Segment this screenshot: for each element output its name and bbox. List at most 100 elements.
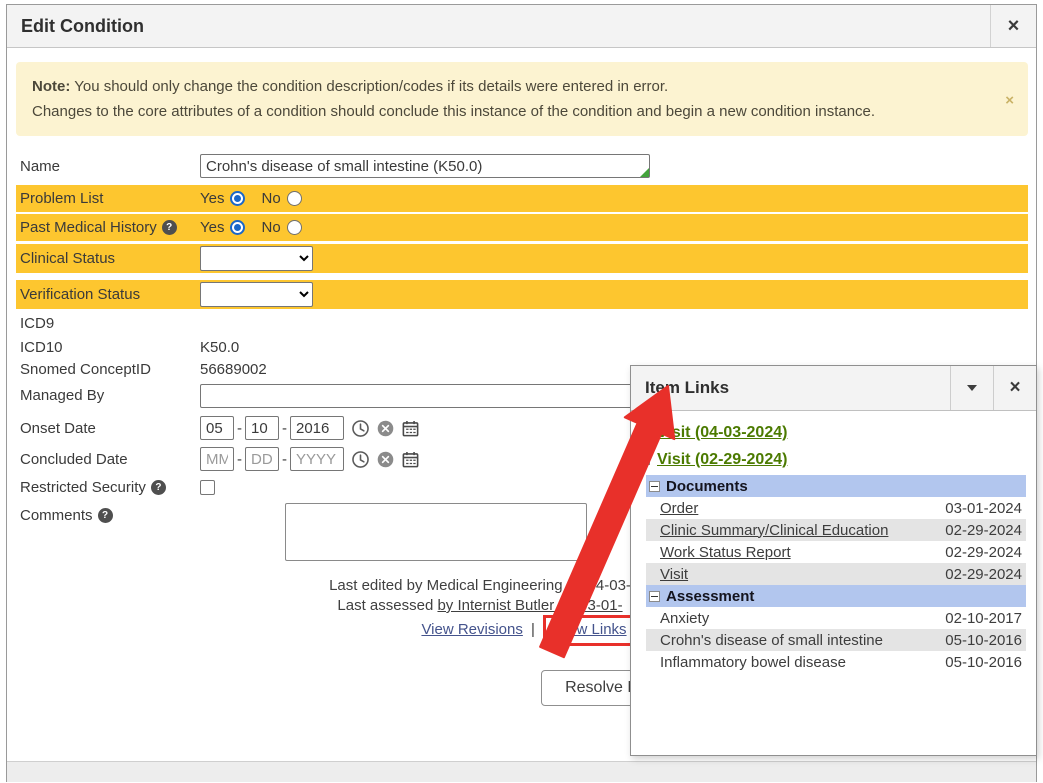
- clear-date-icon[interactable]: [377, 451, 394, 468]
- clear-date-icon[interactable]: [377, 420, 394, 437]
- pmh-yes-radio[interactable]: [230, 220, 245, 235]
- dialog-header: Edit Condition ×: [7, 5, 1036, 48]
- calendar-icon[interactable]: [401, 419, 420, 438]
- problem-list-yes-radio[interactable]: [230, 191, 245, 206]
- restricted-security-checkbox[interactable]: [200, 480, 215, 495]
- last-assessed-link[interactable]: by Internist Butler on 03-01-: [437, 597, 622, 614]
- onset-month-input[interactable]: [200, 416, 234, 440]
- item-link-row: Clinic Summary/Clinical Education02-29-2…: [646, 519, 1026, 541]
- dialog-close-button[interactable]: ×: [990, 5, 1036, 47]
- section-title: Assessment: [666, 588, 754, 605]
- name-label: Name: [20, 158, 60, 175]
- help-icon[interactable]: ?: [98, 508, 113, 523]
- icd10-label: ICD10: [20, 339, 63, 356]
- visit-link-row: Visit (02-29-2024): [637, 446, 1026, 473]
- snomed-label: Snomed ConceptID: [20, 361, 151, 378]
- date-separator: -: [282, 451, 287, 468]
- pmh-no-radio[interactable]: [287, 220, 302, 235]
- item-link-row: Work Status Report 02-29-2024: [646, 541, 1026, 563]
- item-name[interactable]: Work Status Report: [660, 544, 791, 561]
- problem-list-row: Problem List Yes No: [16, 185, 1028, 212]
- onset-year-input[interactable]: [290, 416, 344, 440]
- date-separator: -: [237, 451, 242, 468]
- item-links-close-button[interactable]: ×: [993, 366, 1036, 410]
- verification-status-label: Verification Status: [20, 286, 140, 303]
- concluded-year-input[interactable]: [290, 447, 344, 471]
- visit-link-row: Visit (04-03-2024): [637, 419, 1026, 446]
- dialog-title: Edit Condition: [7, 5, 990, 47]
- links-separator: |: [531, 621, 535, 638]
- item-date: 05-10-2016: [945, 632, 1022, 649]
- close-icon: ×: [1008, 15, 1020, 38]
- item-name[interactable]: Order: [660, 500, 698, 517]
- section-header: Assessment: [646, 585, 1026, 607]
- comments-textarea[interactable]: [285, 503, 587, 561]
- collapse-icon[interactable]: [649, 481, 660, 492]
- concluded-month-input[interactable]: [200, 447, 234, 471]
- note-text: Note: You should only change the conditi…: [32, 74, 984, 124]
- item-links-title: Item Links: [631, 366, 950, 410]
- help-icon[interactable]: ?: [151, 480, 166, 495]
- item-link-row: Inflammatory bowel disease05-10-2016: [646, 651, 1026, 673]
- no-label: No: [261, 190, 280, 207]
- clinical-status-row: Clinical Status: [16, 244, 1028, 273]
- collapse-icon[interactable]: [639, 454, 650, 465]
- banner-close-icon[interactable]: ×: [1005, 88, 1014, 113]
- item-links-sections: DocumentsOrder03-01-2024Clinic Summary/C…: [646, 475, 1026, 673]
- item-links-menu-button[interactable]: [950, 366, 993, 410]
- concluded-day-input[interactable]: [245, 447, 279, 471]
- collapse-icon[interactable]: [649, 591, 660, 602]
- date-separator: -: [282, 420, 287, 437]
- chevron-down-icon: [967, 385, 977, 391]
- managed-by-input[interactable]: [200, 384, 650, 408]
- concluded-date-label: Concluded Date: [20, 451, 128, 468]
- clock-icon[interactable]: [351, 450, 370, 469]
- clock-icon[interactable]: [351, 419, 370, 438]
- icd9-label: ICD9: [20, 315, 54, 332]
- problem-list-no-radio[interactable]: [287, 191, 302, 206]
- item-date: 02-10-2017: [945, 610, 1022, 627]
- last-assessed-prefix: Last assessed: [337, 597, 437, 614]
- item-links-popup: Item Links × Visit (04-03-2024) Visit (02…: [630, 365, 1037, 756]
- expand-handle-icon[interactable]: [640, 168, 649, 177]
- view-revisions-link[interactable]: View Revisions: [421, 621, 522, 638]
- visit-link[interactable]: Visit (04-03-2024): [657, 424, 787, 442]
- collapse-icon[interactable]: [639, 427, 650, 438]
- calendar-icon[interactable]: [401, 450, 420, 469]
- restricted-security-label: Restricted Security: [20, 479, 146, 496]
- item-links-header: Item Links ×: [631, 366, 1036, 411]
- item-link-row: Visit02-29-2024: [646, 563, 1026, 585]
- icd10-row: ICD10 K50.0: [16, 336, 1028, 358]
- item-name[interactable]: Visit: [660, 566, 688, 583]
- item-name: Crohn's disease of small intestine: [660, 632, 883, 649]
- note-line1: You should only change the condition des…: [70, 78, 668, 95]
- clinical-status-select[interactable]: [200, 246, 313, 271]
- close-icon: ×: [1009, 377, 1020, 399]
- view-links-link[interactable]: View Links: [555, 621, 626, 638]
- item-links-body: Visit (04-03-2024) Visit (02-29-2024) Docu…: [631, 411, 1036, 673]
- item-link-row: Anxiety 02-10-2017: [646, 607, 1026, 629]
- item-name[interactable]: Clinic Summary/Clinical Education: [660, 522, 888, 539]
- help-icon[interactable]: ?: [162, 220, 177, 235]
- yes-label: Yes: [200, 219, 224, 236]
- verification-status-select[interactable]: [200, 282, 313, 307]
- name-row: Name: [16, 153, 1028, 179]
- note-banner: Note: You should only change the conditi…: [16, 62, 1028, 136]
- section-header: Documents: [646, 475, 1026, 497]
- managed-by-label: Managed By: [20, 387, 104, 404]
- note-line2: Changes to the core attributes of a cond…: [32, 103, 875, 120]
- section-title: Documents: [666, 478, 748, 495]
- item-link-row: Crohn's disease of small intestine 05-10-…: [646, 629, 1026, 651]
- name-input[interactable]: [200, 154, 650, 178]
- item-date: 05-10-2016: [945, 654, 1022, 671]
- item-link-row: Order03-01-2024: [646, 497, 1026, 519]
- item-name: Anxiety: [660, 610, 709, 627]
- icd9-row: ICD9: [16, 312, 1028, 334]
- onset-day-input[interactable]: [245, 416, 279, 440]
- snomed-value: 56689002: [200, 361, 267, 378]
- past-medical-history-row: Past Medical History ? Yes No: [16, 214, 1028, 241]
- visit-link[interactable]: Visit (02-29-2024): [657, 451, 787, 469]
- icd10-value: K50.0: [200, 339, 239, 356]
- item-date: 02-29-2024: [945, 544, 1022, 561]
- name-input-wrap: [200, 154, 650, 178]
